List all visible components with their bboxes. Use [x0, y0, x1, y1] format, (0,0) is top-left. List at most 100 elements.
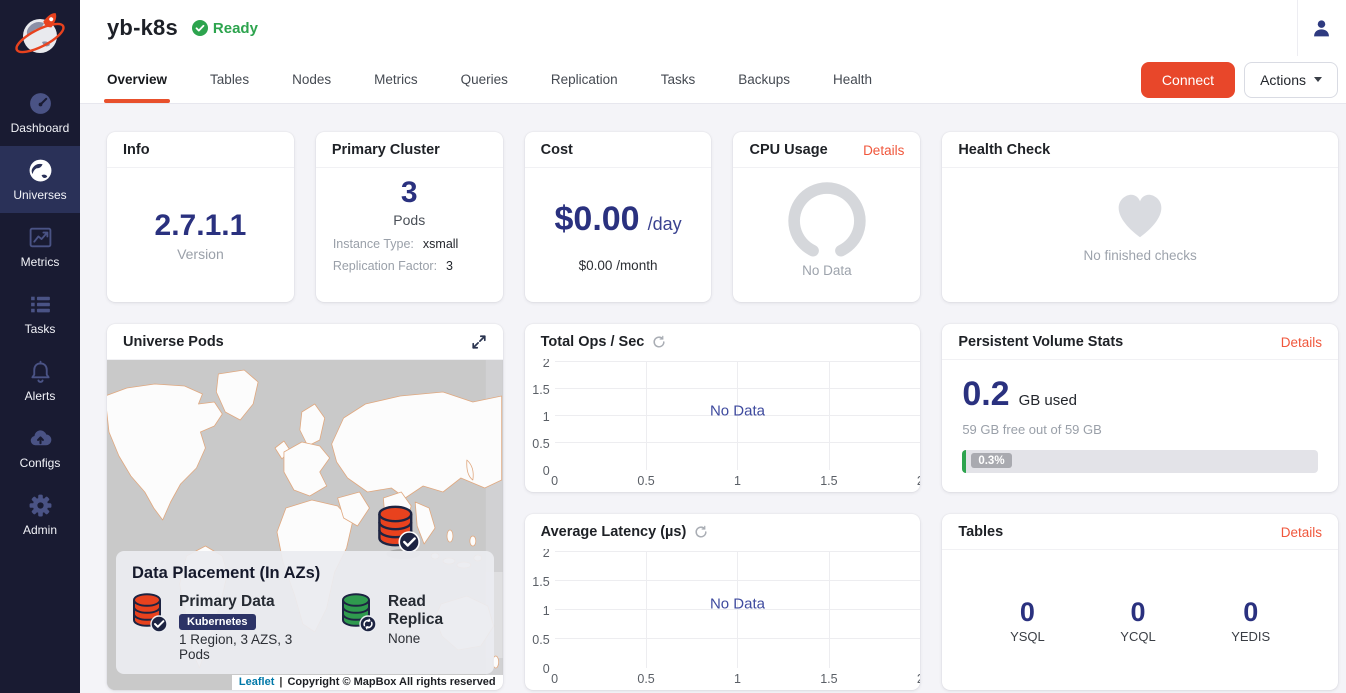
cloud-upload-icon: [28, 425, 53, 451]
bell-icon: [28, 358, 53, 384]
refresh-icon[interactable]: [652, 335, 666, 349]
page-title: yb-k8s: [107, 15, 178, 41]
metrics-chart-icon: [28, 224, 53, 250]
tables-details-link[interactable]: Details: [1281, 525, 1322, 540]
header-divider: [1297, 0, 1298, 56]
chevron-down-icon: [1314, 77, 1322, 82]
sidebar-item-label: Alerts: [25, 389, 56, 403]
tab-queries[interactable]: Queries: [461, 56, 508, 103]
card-title: Universe Pods: [123, 334, 224, 350]
actions-button[interactable]: Actions: [1244, 62, 1338, 98]
replication-factor-row: Replication Factor: 3: [333, 256, 486, 278]
task-list-icon: [28, 291, 53, 317]
chart-title: Total Ops / Sec: [541, 334, 645, 350]
sidebar-item-admin[interactable]: Admin: [0, 481, 80, 548]
gb-used-value: 0.2: [962, 375, 1009, 414]
world-map[interactable]: Data Placement (In AZs): [107, 360, 503, 690]
total-ops-chart: 00.511.5200.511.52No Data: [525, 359, 921, 492]
persistent-volume-card: Persistent Volume Stats Details 0.2 GB u…: [942, 324, 1338, 492]
tab-overview[interactable]: Overview: [107, 56, 167, 103]
kubernetes-badge: Kubernetes: [179, 614, 256, 630]
tab-replication[interactable]: Replication: [551, 56, 618, 103]
sidebar-item-label: Universes: [13, 188, 66, 202]
chart-title: Average Latency (µs): [541, 524, 687, 540]
yugabyte-logo-icon[interactable]: [11, 7, 69, 65]
tab-backups[interactable]: Backups: [738, 56, 790, 103]
sidebar-item-universes[interactable]: Universes: [0, 146, 80, 213]
overview-content: Info 2.7.1.1 Version Primary Cluster 3 P…: [80, 104, 1346, 690]
sidebar-item-metrics[interactable]: Metrics: [0, 213, 80, 280]
tab-tasks[interactable]: Tasks: [661, 56, 696, 103]
average-latency-card: Average Latency (µs) 00.511.5200.511.52N…: [525, 514, 921, 690]
pods-label: Pods: [393, 212, 425, 228]
copyright-text: Copyright © MapBox All rights reserved: [287, 676, 495, 688]
tab-nodes[interactable]: Nodes: [292, 56, 331, 103]
yedis-count: 0 YEDIS: [1231, 597, 1270, 644]
read-replica-label: Read Replica: [388, 593, 478, 629]
total-ops-card: Total Ops / Sec 00.511.5200.511.52No Dat…: [525, 324, 921, 492]
cost-card: Cost $0.00 /day $0.00 /month: [525, 132, 712, 302]
cpu-usage-card: CPU Usage Details No Data: [733, 132, 920, 302]
universe-pods-card: Universe Pods: [107, 324, 503, 690]
check-circle-icon: [192, 20, 208, 36]
ycql-count: 0 YCQL: [1120, 597, 1155, 644]
primary-cluster-card: Primary Cluster 3 Pods Instance Type: xs…: [316, 132, 503, 302]
sidebar: Dashboard Universes Metrics: [0, 0, 80, 693]
sidebar-item-configs[interactable]: Configs: [0, 414, 80, 481]
volume-details-link[interactable]: Details: [1281, 335, 1322, 350]
version-value: 2.7.1.1: [155, 209, 247, 243]
dashboard-gauge-icon: [28, 90, 53, 116]
map-attribution: Leaflet | Copyright © MapBox All rights …: [232, 675, 503, 690]
sidebar-item-label: Configs: [20, 456, 61, 470]
gb-used-unit: GB used: [1019, 392, 1077, 409]
pods-count: 3: [401, 176, 418, 210]
sidebar-item-alerts[interactable]: Alerts: [0, 347, 80, 414]
app-root: Dashboard Universes Metrics: [0, 0, 1346, 693]
usage-progress-bar: 0.3%: [962, 450, 1318, 473]
tab-metrics[interactable]: Metrics: [374, 56, 418, 103]
average-latency-chart: 00.511.5200.511.52No Data: [525, 549, 921, 690]
sidebar-item-dashboard[interactable]: Dashboard: [0, 79, 80, 146]
expand-icon[interactable]: [471, 334, 487, 350]
globe-icon: [28, 157, 53, 183]
sidebar-item-label: Dashboard: [11, 121, 70, 135]
read-replica-value: None: [388, 631, 478, 646]
gauge-arc-icon: [769, 180, 885, 258]
legend-title: Data Placement (In AZs): [132, 564, 478, 583]
card-title: Info: [123, 142, 150, 158]
heart-icon: [1109, 185, 1171, 243]
free-space-label: 59 GB free out of 59 GB: [962, 422, 1318, 437]
cpu-details-link[interactable]: Details: [863, 143, 904, 158]
status-text: Ready: [213, 20, 258, 37]
cpu-empty-label: No Data: [802, 263, 852, 278]
universe-tabs: Overview Tables Nodes Metrics Queries Re…: [107, 56, 872, 103]
placement-summary: 1 Region, 3 AZS, 3 Pods: [179, 632, 317, 662]
status-badge: Ready: [192, 20, 258, 37]
card-title: Tables: [958, 524, 1003, 540]
card-title: Cost: [541, 142, 573, 158]
topbar: yb-k8s Ready: [80, 0, 1346, 104]
cost-per-month: $0.00 /month: [579, 258, 658, 273]
card-title: Primary Cluster: [332, 142, 440, 158]
primary-data-entry: Primary Data Kubernetes 1 Region, 3 AZS,…: [132, 593, 317, 662]
tab-health[interactable]: Health: [833, 56, 872, 103]
read-replica-entry: Read Replica None: [341, 593, 478, 662]
sidebar-item-tasks[interactable]: Tasks: [0, 280, 80, 347]
card-title: Health Check: [958, 142, 1050, 158]
ysql-count: 0 YSQL: [1010, 597, 1045, 644]
gear-icon: [28, 492, 53, 518]
connect-button[interactable]: Connect: [1141, 62, 1235, 98]
cost-per-day: $0.00: [555, 200, 640, 239]
info-card: Info 2.7.1.1 Version: [107, 132, 294, 302]
user-icon[interactable]: [1311, 18, 1332, 39]
refresh-icon[interactable]: [694, 525, 708, 539]
health-check-card: Health Check No finished checks: [942, 132, 1338, 302]
version-label: Version: [177, 246, 224, 262]
tab-tables[interactable]: Tables: [210, 56, 249, 103]
card-title: CPU Usage: [749, 142, 827, 158]
data-placement-legend: Data Placement (In AZs): [116, 551, 494, 674]
actions-label: Actions: [1260, 72, 1306, 88]
leaflet-link[interactable]: Leaflet: [239, 676, 274, 688]
sidebar-item-label: Metrics: [21, 255, 60, 269]
health-empty-label: No finished checks: [1084, 248, 1197, 263]
